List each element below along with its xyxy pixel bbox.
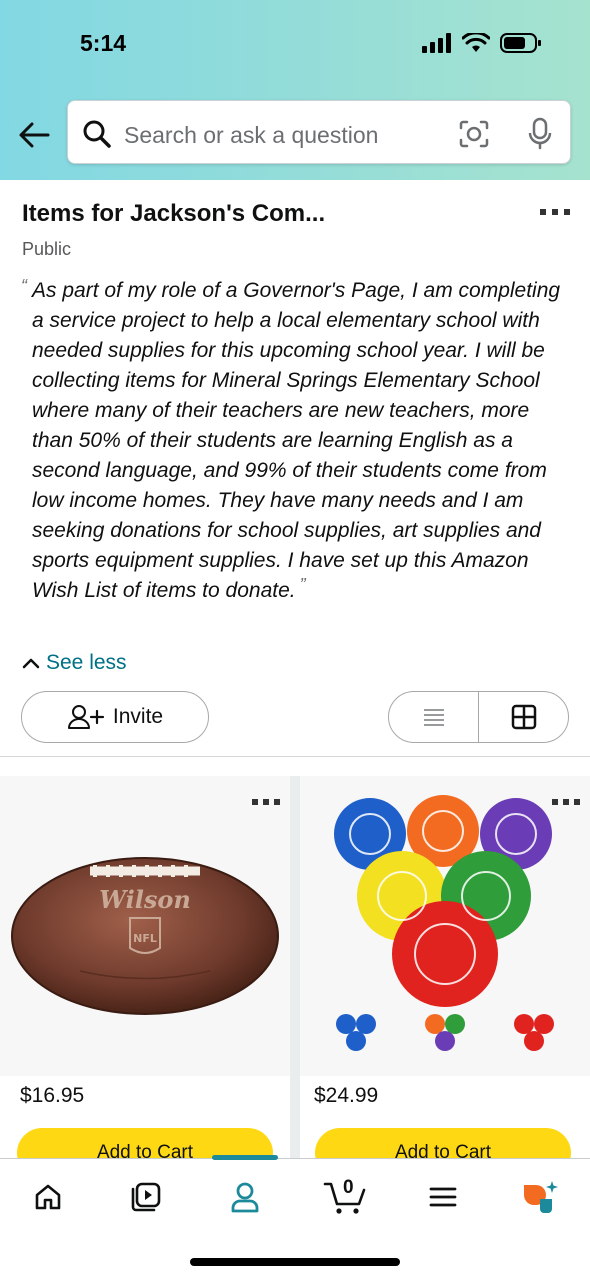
invite-button[interactable]: Invite [21,691,209,743]
more-options-icon[interactable] [252,798,280,806]
camera-search-icon[interactable] [458,119,490,149]
list-title: Items for Jackson's Com... [22,200,326,227]
microphone-icon[interactable] [528,117,552,151]
list-visibility: Public [22,239,72,259]
menu-icon [429,1187,457,1207]
list-description: As part of my role of a Governor's Page,… [32,276,562,606]
search-bar[interactable]: Search or ask a question [67,100,571,164]
back-arrow-icon[interactable] [14,115,54,155]
see-less-label: See less [46,651,127,674]
nav-menu[interactable] [421,1177,465,1217]
more-options-icon[interactable] [552,798,580,806]
nav-rufus[interactable] [518,1177,562,1217]
svg-text:NFL: NFL [133,932,157,945]
cart-count: 0 [343,1177,354,1198]
svg-text:Wilson: Wilson [99,885,191,914]
description-text: As part of my role of a Governor's Page,… [32,279,561,602]
battery-icon [500,33,541,53]
wifi-icon [462,33,490,52]
chevron-up-icon [22,658,40,669]
status-icons [422,32,542,54]
section-divider [0,756,590,757]
nav-account[interactable] [223,1177,267,1217]
list-view-icon [423,709,444,726]
search-input[interactable]: Search or ask a question [124,122,378,149]
add-person-icon [67,705,104,729]
grid-view-button[interactable] [479,692,568,742]
nav-video[interactable] [124,1177,168,1217]
home-indicator[interactable] [190,1258,400,1266]
product-card[interactable]: Wilson NFL $16.95 Add to Cart [0,776,290,1178]
product-image[interactable] [300,776,590,1076]
grid-gutter [290,776,300,1176]
signal-icon [422,33,451,53]
search-icon [83,120,111,148]
football-image: Wilson NFL [11,857,279,1015]
rufus-icon [524,1181,558,1213]
see-less-link[interactable]: See less [22,651,127,675]
list-view-button[interactable] [389,692,479,742]
invite-label: Invite [112,705,164,728]
quote-close: ” [299,575,306,595]
product-price: $24.99 [314,1084,379,1107]
account-icon [231,1182,259,1213]
product-image[interactable]: Wilson NFL [0,776,290,1076]
view-toggle [388,691,569,743]
more-options-icon[interactable] [540,207,570,217]
product-price: $16.95 [20,1084,85,1107]
home-icon [35,1184,61,1210]
header: 5:14 Search or ask a question [0,0,590,180]
status-time: 5:14 [80,30,127,56]
active-tab-indicator [212,1155,278,1160]
grid-view-icon [511,704,536,730]
quote-open: “ [21,276,27,296]
video-icon [131,1182,161,1212]
nav-home[interactable] [26,1177,70,1217]
dodgeballs-image [334,795,554,1051]
nav-cart[interactable]: 0 [321,1177,371,1217]
product-card[interactable]: $24.99 Add to Cart [300,776,590,1178]
